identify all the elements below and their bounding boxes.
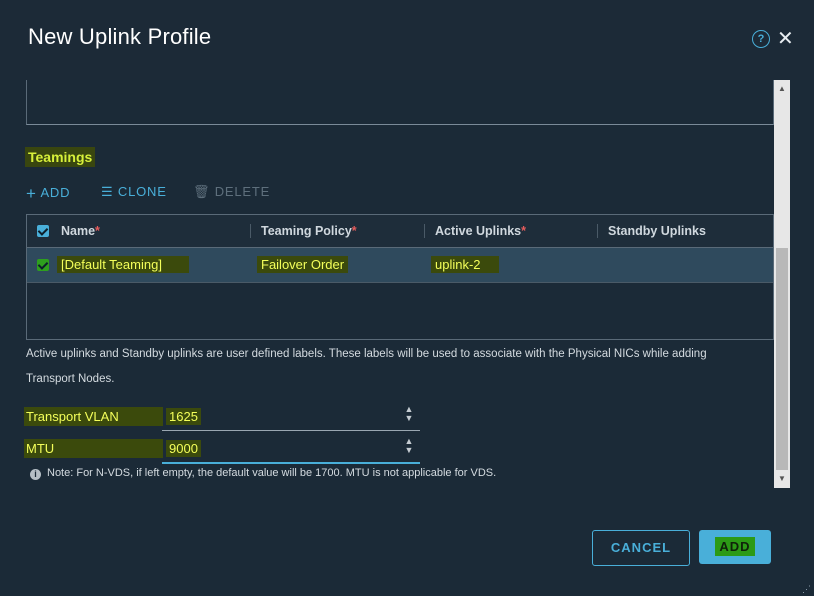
dialog-header: New Uplink Profile ? ✕ <box>0 0 814 80</box>
transport-vlan-value: 1625 <box>166 408 201 425</box>
description-textarea[interactable] <box>26 80 774 125</box>
cell-name: [Default Teaming] <box>57 256 189 273</box>
column-separator[interactable] <box>250 224 251 238</box>
column-standby-uplinks[interactable]: Standby Uplinks <box>608 215 706 247</box>
dialog-body: Teamings + ADD ☰ CLONE 🗑 DELETE Name* Te… <box>0 80 774 520</box>
mtu-input[interactable]: 9000 ▲ ▼ <box>162 434 420 464</box>
column-name[interactable]: Name* <box>61 215 100 247</box>
delete-teaming-button[interactable]: 🗑 DELETE <box>193 184 270 200</box>
scroll-down-arrow-icon[interactable]: ▼ <box>774 472 790 486</box>
resize-handle-icon[interactable]: ⋰ <box>802 584 812 594</box>
clone-icon: ☰ <box>101 184 114 199</box>
vertical-scrollbar[interactable]: ▲ ▼ <box>774 80 790 488</box>
uplinks-info-text: Active uplinks and Standby uplinks are u… <box>26 348 707 385</box>
spinner-icon[interactable]: ▲ ▼ <box>404 405 414 425</box>
table-row[interactable]: [Default Teaming] Failover Order uplink-… <box>27 248 773 283</box>
help-circle-icon[interactable]: ? <box>752 30 770 48</box>
column-active-uplinks[interactable]: Active Uplinks* <box>435 215 526 247</box>
plus-icon: + <box>26 184 37 203</box>
column-teaming-policy[interactable]: Teaming Policy* <box>261 215 357 247</box>
mtu-label: MTU <box>24 439 163 458</box>
teamings-datagrid: Name* Teaming Policy* Active Uplinks* St… <box>26 214 774 340</box>
scrollbar-thumb[interactable] <box>776 248 788 470</box>
row-checkbox[interactable] <box>37 259 49 271</box>
cell-teaming-policy: Failover Order <box>257 256 349 273</box>
datagrid-header: Name* Teaming Policy* Active Uplinks* St… <box>27 215 773 248</box>
teamings-section-title: Teamings <box>25 147 96 167</box>
add-teaming-button[interactable]: + ADD <box>26 184 70 204</box>
select-all-checkbox[interactable] <box>37 225 49 237</box>
column-separator[interactable] <box>597 224 598 238</box>
add-button[interactable]: ADD <box>699 530 771 564</box>
clone-teaming-button[interactable]: ☰ CLONE <box>101 184 167 200</box>
close-icon[interactable]: ✕ <box>777 26 794 51</box>
dialog-title: New Uplink Profile <box>28 24 212 49</box>
mtu-value: 9000 <box>166 440 201 457</box>
spinner-icon[interactable]: ▲ ▼ <box>404 437 414 457</box>
cell-active-uplinks: uplink-2 <box>431 256 499 273</box>
info-icon: i <box>30 469 41 480</box>
column-separator[interactable] <box>424 224 425 238</box>
cancel-button[interactable]: CANCEL <box>592 530 690 566</box>
trash-icon: 🗑 <box>193 184 211 199</box>
transport-vlan-label: Transport VLAN <box>24 407 163 426</box>
transport-vlan-input[interactable]: 1625 ▲ ▼ <box>162 402 420 431</box>
mtu-note: i Note: For N-VDS, if left empty, the def… <box>30 467 496 480</box>
scroll-up-arrow-icon[interactable]: ▲ <box>774 82 790 96</box>
cell-standby-uplinks <box>604 256 612 258</box>
